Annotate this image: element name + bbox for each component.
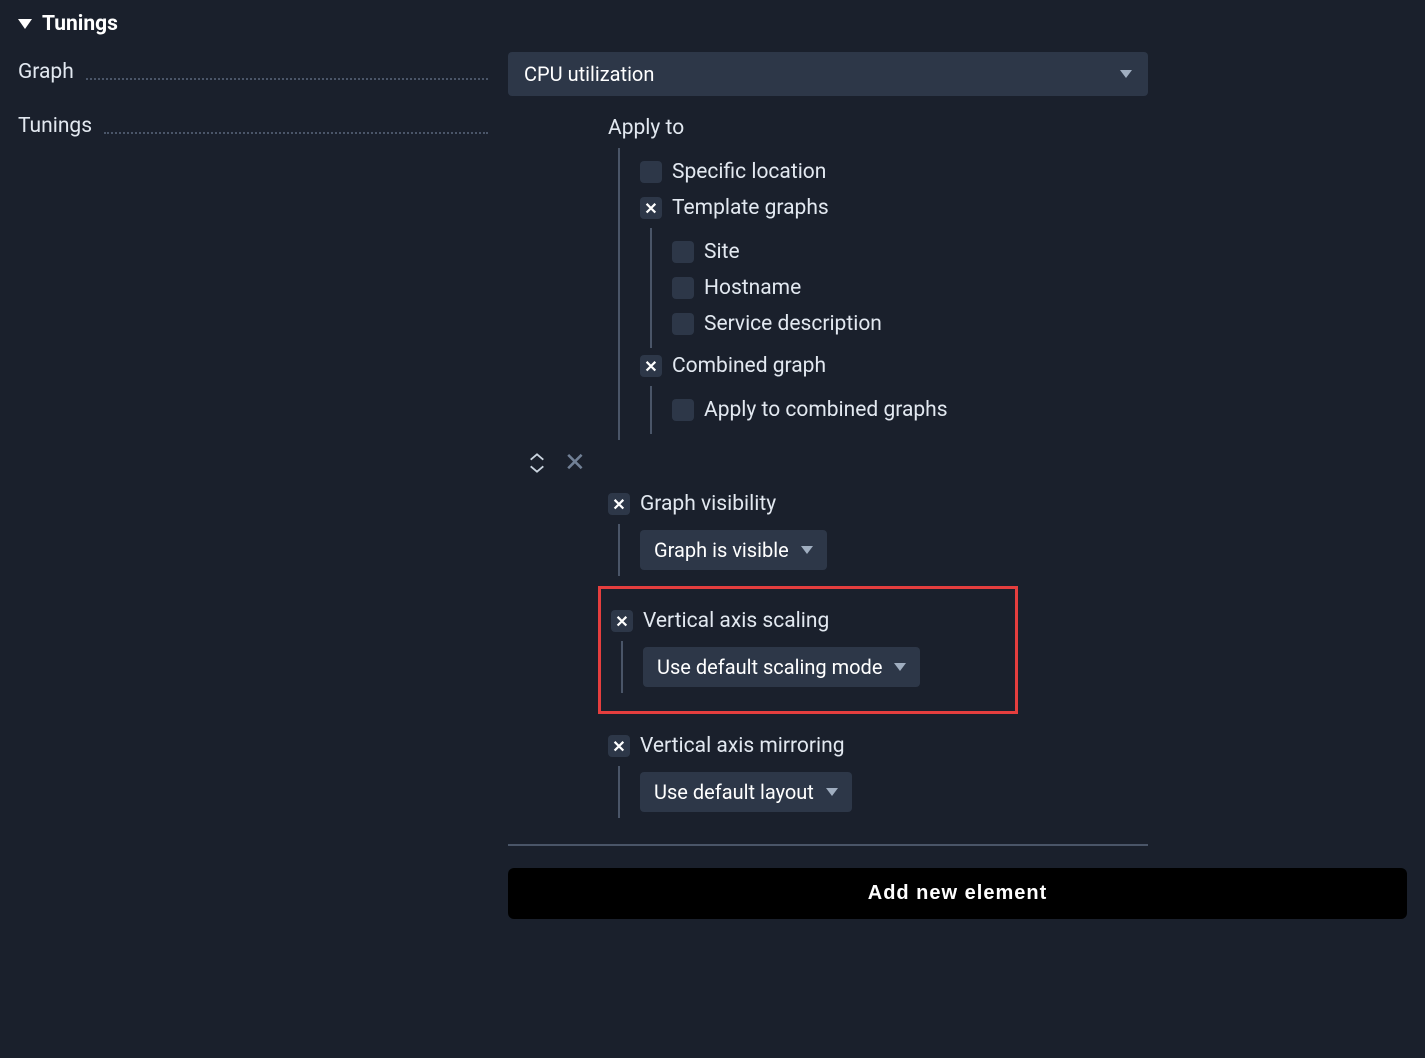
chevron-down-icon (1120, 70, 1132, 78)
remove-element-button[interactable]: ✕ (564, 448, 586, 478)
chevron-down-icon (528, 464, 546, 474)
checkbox-combined-graph[interactable] (640, 355, 662, 377)
graph-visibility-value: Graph is visible (654, 538, 789, 562)
option-hostname: Hostname (672, 270, 1407, 306)
collapse-triangle-icon (18, 19, 32, 29)
vertical-axis-scaling-value: Use default scaling mode (657, 655, 882, 679)
option-vertical-axis-mirroring: Vertical axis mirroring (608, 728, 1407, 764)
checkbox-template-graphs[interactable] (640, 197, 662, 219)
label-col-tunings: Tunings (18, 106, 508, 138)
checkbox-graph-visibility[interactable] (608, 493, 630, 515)
section-title: Tunings (42, 12, 118, 36)
option-apply-combined: Apply to combined graphs (672, 392, 1407, 428)
checkbox-site[interactable] (672, 241, 694, 263)
option-service-description: Service description (672, 306, 1407, 342)
option-template-graphs: Template graphs (640, 190, 1407, 226)
divider (508, 844, 1148, 846)
checkbox-specific-location[interactable] (640, 161, 662, 183)
graph-visibility-select[interactable]: Graph is visible (640, 530, 827, 570)
option-site: Site (672, 234, 1407, 270)
graph-label: Graph (18, 60, 74, 84)
row-tunings: Tunings Apply to Specific location Templ… (18, 106, 1407, 919)
label-graph-visibility: Graph visibility (640, 492, 776, 516)
option-graph-visibility: Graph visibility (608, 486, 1407, 522)
vertical-axis-scaling-select[interactable]: Use default scaling mode (643, 647, 920, 687)
checkbox-service-description[interactable] (672, 313, 694, 335)
vertical-axis-scaling-children: Use default scaling mode (621, 641, 999, 693)
template-graphs-children: Site Hostname Service description (650, 228, 1407, 348)
tunings-label: Tunings (18, 114, 92, 138)
label-hostname: Hostname (704, 276, 801, 300)
dotted-leader (104, 132, 488, 134)
checkbox-vertical-axis-scaling[interactable] (611, 610, 633, 632)
label-service-description: Service description (704, 312, 882, 336)
label-combined-graph: Combined graph (672, 354, 826, 378)
apply-to-heading: Apply to (608, 110, 1407, 146)
label-template-graphs: Template graphs (672, 196, 829, 220)
label-site: Site (704, 240, 740, 264)
label-apply-combined: Apply to combined graphs (704, 398, 948, 422)
label-col-graph: Graph (18, 52, 508, 84)
add-new-element-button[interactable]: Add new element (508, 868, 1407, 919)
row-graph: Graph CPU utilization (18, 52, 1407, 96)
highlight-vertical-axis-scaling: Vertical axis scaling Use default scalin… (598, 586, 1018, 714)
apply-to-children: Specific location Template graphs Site H… (618, 148, 1407, 440)
checkbox-apply-combined[interactable] (672, 399, 694, 421)
graph-select[interactable]: CPU utilization (508, 52, 1148, 96)
graph-select-value: CPU utilization (524, 62, 654, 86)
graph-visibility-children: Graph is visible (618, 524, 1407, 576)
section-header-tunings[interactable]: Tunings (18, 12, 1407, 36)
chevron-up-icon (528, 452, 546, 462)
chevron-down-icon (801, 546, 813, 554)
reorder-handle[interactable] (528, 452, 546, 474)
label-vertical-axis-scaling: Vertical axis scaling (643, 609, 829, 633)
group-vertical-axis-mirroring: Vertical axis mirroring Use default layo… (608, 728, 1407, 818)
checkbox-hostname[interactable] (672, 277, 694, 299)
tunings-body: Apply to Specific location Template grap… (508, 106, 1407, 818)
dotted-leader (86, 78, 488, 80)
chevron-down-icon (826, 788, 838, 796)
option-specific-location: Specific location (640, 154, 1407, 190)
vertical-axis-mirroring-value: Use default layout (654, 780, 814, 804)
checkbox-vertical-axis-mirroring[interactable] (608, 735, 630, 757)
vertical-axis-mirroring-children: Use default layout (618, 766, 1407, 818)
option-vertical-axis-scaling: Vertical axis scaling (611, 603, 999, 639)
combined-graph-children: Apply to combined graphs (650, 386, 1407, 434)
label-vertical-axis-mirroring: Vertical axis mirroring (640, 734, 845, 758)
chevron-down-icon (894, 663, 906, 671)
label-specific-location: Specific location (672, 160, 826, 184)
option-combined-graph: Combined graph (640, 348, 1407, 384)
vertical-axis-mirroring-select[interactable]: Use default layout (640, 772, 852, 812)
reorder-remove-controls: ✕ (528, 448, 1407, 478)
group-graph-visibility: Graph visibility Graph is visible (608, 486, 1407, 576)
